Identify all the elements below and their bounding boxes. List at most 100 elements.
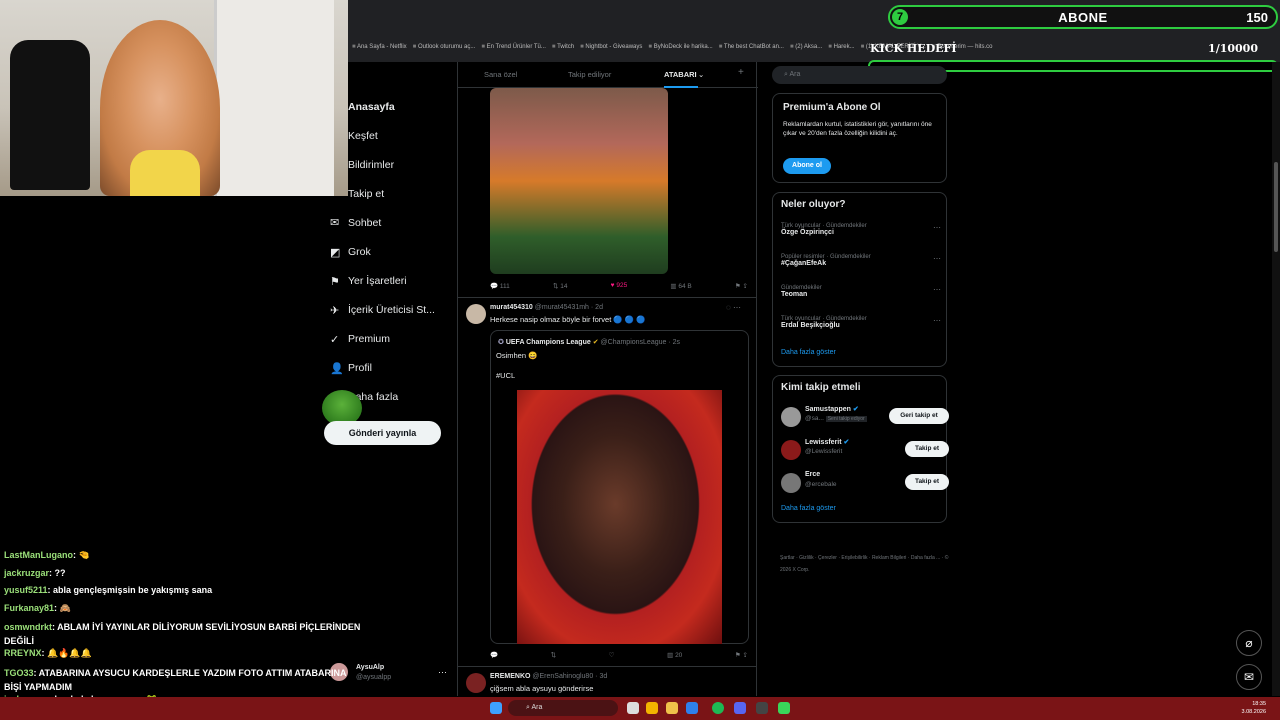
tweet-image-1[interactable] bbox=[490, 88, 668, 274]
trends-show-more[interactable]: Daha fazla göster bbox=[781, 349, 836, 356]
sidebar-item-0[interactable]: ⌂Anasayfa bbox=[330, 92, 455, 121]
like-button[interactable]: ♡ bbox=[609, 651, 615, 659]
tab-for-you[interactable]: Sana özel bbox=[484, 70, 517, 79]
post-button[interactable]: Gönderi yayınla bbox=[324, 421, 441, 445]
grok-fab-icon[interactable]: ⌀ bbox=[1236, 630, 1262, 656]
trend-item[interactable]: Popüler resimler · Gündemdekiler #ÇağanEf… bbox=[781, 254, 941, 267]
task-view-icon[interactable] bbox=[627, 702, 639, 714]
sidebar-item-label: Profil bbox=[348, 362, 372, 375]
bookmark-item[interactable]: Outlook oturumu aç... bbox=[413, 44, 475, 56]
chat-username[interactable]: LastManLugano bbox=[4, 550, 73, 560]
chat-username[interactable]: osmwndrkt bbox=[4, 622, 52, 632]
chat-username[interactable]: TGO33 bbox=[4, 668, 34, 678]
chat-username[interactable]: Furkanay81 bbox=[4, 603, 54, 613]
store-icon[interactable] bbox=[686, 702, 698, 714]
retweet-button[interactable]: ⇅ bbox=[551, 651, 556, 659]
windows-start-icon[interactable] bbox=[490, 702, 502, 714]
chat-message: yusuf5211: abla gençleşmişsin be yakışmı… bbox=[0, 585, 460, 603]
sidebar-item-9[interactable]: 👤 Profil bbox=[330, 354, 455, 383]
tweet-author-name[interactable]: EREMENKO bbox=[490, 673, 530, 680]
chat-username[interactable]: jackruzgar bbox=[4, 568, 49, 578]
sidebar-item-6[interactable]: ⚑ Yer İşaretleri bbox=[330, 267, 455, 296]
trend-item[interactable]: Türk oyuncular · Gündemdekiler Erdal Beşi… bbox=[781, 316, 941, 329]
spotify-icon[interactable] bbox=[712, 702, 724, 714]
taskbar-search[interactable]: ⌕ Ara bbox=[508, 700, 618, 716]
chrome-icon[interactable] bbox=[646, 702, 658, 714]
add-tab-icon[interactable]: + bbox=[738, 67, 744, 78]
suggested-user[interactable]: Samustappen ✔ @sa... Seni takip ediyor Ger… bbox=[781, 405, 949, 431]
footer-links[interactable]: Şartlar · Gizlilik · Çerezler · Erişileb… bbox=[780, 552, 950, 576]
retweet-button[interactable]: ⇅ 14 bbox=[553, 282, 568, 290]
scrollbar[interactable] bbox=[1272, 62, 1280, 696]
reply-button[interactable]: 💬 111 bbox=[490, 282, 510, 290]
tweet-actions-2: 💬 ⇅ ♡ ▥ 20 ⚑ ⇪ bbox=[490, 651, 748, 659]
app-icon[interactable] bbox=[778, 702, 790, 714]
tweet-avatar-2[interactable] bbox=[466, 304, 486, 329]
bookmark-item[interactable]: Ana Sayfa - Netflix bbox=[352, 44, 407, 56]
follow-button[interactable]: Takip et bbox=[905, 441, 949, 457]
tweet-avatar-3[interactable] bbox=[466, 673, 486, 698]
follow-button[interactable]: Takip et bbox=[905, 474, 949, 490]
bookmark-item[interactable]: (2) Aksa... bbox=[790, 44, 822, 56]
reply-count: 111 bbox=[499, 283, 510, 290]
bookmark-icon[interactable]: ⚑ ⇪ bbox=[735, 282, 748, 290]
trend-item[interactable]: Gündemdekiler Teoman ⋯ bbox=[781, 285, 941, 298]
divider bbox=[457, 666, 757, 667]
quote-hashtag[interactable]: #UCL bbox=[496, 371, 515, 380]
tab-following[interactable]: Takip ediliyor bbox=[568, 70, 611, 79]
user-handle: @ercebale bbox=[805, 481, 837, 488]
trend-more-icon[interactable]: ⋯ bbox=[933, 254, 941, 263]
views-button[interactable]: ▥ 64 B bbox=[670, 282, 691, 290]
tweet-image-2[interactable] bbox=[517, 390, 722, 644]
views-count: 64 B bbox=[678, 283, 692, 290]
views-button[interactable]: ▥ 20 bbox=[667, 651, 682, 659]
sidebar-item-7[interactable]: ✈ İçerik Üreticisi St... bbox=[330, 296, 455, 325]
search-input[interactable]: ⌕ Ara bbox=[772, 66, 947, 84]
grok-icon[interactable]: ◌ ⋯ bbox=[726, 303, 741, 312]
taskbar-clock[interactable]: 18:35 3.08.2026 bbox=[1242, 700, 1266, 716]
trend-more-icon[interactable]: ⋯ bbox=[933, 316, 941, 325]
sidebar-item-1[interactable]: ⌕Keşfet bbox=[330, 121, 455, 150]
sidebar-item-2[interactable]: 🔔Bildirimler bbox=[330, 150, 455, 179]
bookmark-item[interactable]: Twitch bbox=[552, 44, 574, 56]
divider bbox=[457, 297, 757, 298]
sidebar-item-8[interactable]: ✓ Premium bbox=[330, 325, 455, 354]
follow-button[interactable]: Geri takip et bbox=[889, 408, 949, 424]
trend-item[interactable]: Türk oyuncular · Gündemdekiler Özge Özpir… bbox=[781, 223, 941, 236]
messages-fab-icon[interactable]: ✉ bbox=[1236, 664, 1262, 690]
sidebar-item-3[interactable]: ⚇Takip et bbox=[330, 179, 455, 208]
timeline-tabs: Sana özel Takip ediliyor ATABARI ⌄ + bbox=[458, 62, 758, 88]
bookmarks-bar: Ana Sayfa - Netflix Outlook oturumu aç...… bbox=[352, 44, 992, 56]
bookmark-item[interactable]: En Trend Ürünler Tü... bbox=[481, 44, 546, 56]
avatar bbox=[466, 673, 486, 693]
bookmark-item[interactable]: The best ChatBot an... bbox=[719, 44, 784, 56]
bookmark-item[interactable]: ByNoDeck ile harika... bbox=[648, 44, 713, 56]
scrollbar-thumb[interactable] bbox=[1274, 162, 1278, 252]
bookmark-item[interactable]: Harek... bbox=[828, 44, 855, 56]
kick-goal-label: KICK HEDEFİ bbox=[870, 42, 957, 55]
sidebar-item-5[interactable]: ◩ Grok bbox=[330, 237, 455, 266]
obs-icon[interactable] bbox=[756, 702, 768, 714]
reply-button[interactable]: 💬 bbox=[490, 651, 498, 659]
subscribe-button[interactable]: Abone ol bbox=[783, 158, 831, 174]
tweet-author-name[interactable]: murat454310 bbox=[490, 304, 533, 311]
trend-name: Teoman bbox=[781, 291, 808, 298]
suggested-user[interactable]: Lewissferit ✔ @Lewissferit Takip et bbox=[781, 438, 949, 464]
chat-username[interactable]: RREYNX bbox=[4, 648, 42, 658]
user-handle: @sa... Seni takip ediyor bbox=[805, 415, 867, 422]
like-button[interactable]: ♥ 925 bbox=[611, 282, 628, 290]
bookmark-icon[interactable]: ⚑ ⇪ bbox=[735, 651, 748, 659]
chat-username[interactable]: yusuf5211 bbox=[4, 585, 48, 595]
sidebar-item-4[interactable]: ✉ Sohbet bbox=[330, 208, 455, 237]
who-show-more[interactable]: Daha fazla göster bbox=[781, 505, 836, 512]
trend-more-icon[interactable]: ⋯ bbox=[933, 285, 941, 294]
tab-atabari[interactable]: ATABARI bbox=[664, 70, 697, 79]
discord-icon[interactable] bbox=[734, 702, 746, 714]
user-name: Erce bbox=[805, 471, 821, 478]
trend-name: #ÇağanEfeAk bbox=[781, 260, 827, 267]
file-explorer-icon[interactable] bbox=[666, 702, 678, 714]
bookmark-item[interactable]: Nightbot - Giveaways bbox=[580, 44, 642, 56]
chevron-down-icon[interactable]: ⌄ bbox=[698, 70, 704, 79]
suggested-user[interactable]: Erce @ercebale Takip et bbox=[781, 471, 949, 497]
trend-more-icon[interactable]: ⋯ bbox=[933, 223, 941, 232]
